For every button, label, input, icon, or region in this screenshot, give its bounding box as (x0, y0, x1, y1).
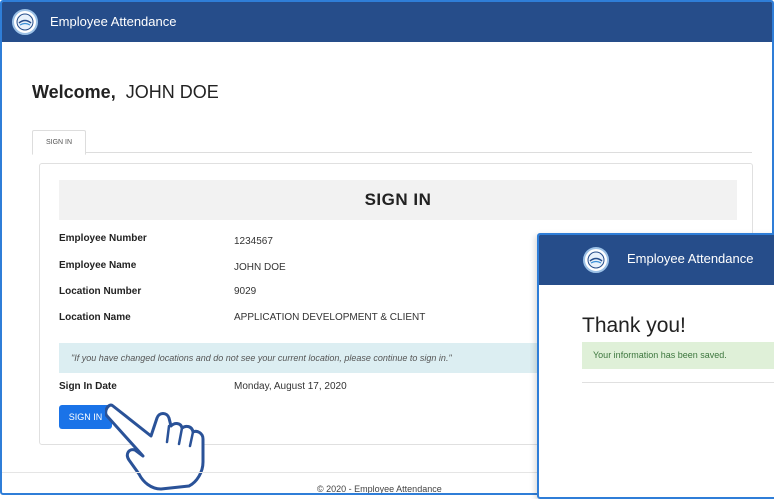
popup-app-title: Employee Attendance (627, 251, 754, 266)
popup-divider (582, 382, 774, 383)
pointing-hand-icon (104, 392, 217, 493)
location-number-value: 9029 (234, 286, 257, 297)
employee-name-label: Employee Name (59, 260, 137, 271)
app-logo-icon (12, 9, 38, 35)
location-number-label: Location Number (59, 286, 142, 297)
thank-you-heading: Thank you! (582, 314, 686, 337)
tab-divider (32, 152, 752, 153)
app-header: Employee Attendance (2, 2, 772, 42)
sign-in-date-value: Monday, August 17, 2020 (234, 381, 347, 392)
welcome-heading: Welcome, JOHN DOE (32, 82, 219, 103)
employee-number-value: 1234567 (234, 236, 273, 247)
location-name-value: APPLICATION DEVELOPMENT & CLIENT (234, 312, 426, 323)
sign-in-date-label: Sign In Date (59, 381, 117, 392)
employee-number-label: Employee Number (59, 233, 147, 244)
welcome-label: Welcome, (32, 82, 116, 102)
tab-sign-in[interactable]: SIGN IN (32, 130, 86, 155)
location-name-label: Location Name (59, 312, 131, 323)
app-title: Employee Attendance (50, 14, 177, 29)
employee-name-value: JOHN DOE (234, 262, 286, 273)
success-message: Your information has been saved. (582, 342, 774, 369)
popup-header: Employee Attendance (539, 235, 774, 285)
welcome-user-name: JOHN DOE (125, 82, 219, 102)
confirmation-window: Employee Attendance Thank you! Your info… (537, 233, 774, 499)
footer-copyright: © 2020 - Employee Attendance (317, 484, 442, 494)
card-heading: SIGN IN (59, 180, 737, 220)
popup-logo-icon (583, 247, 609, 273)
